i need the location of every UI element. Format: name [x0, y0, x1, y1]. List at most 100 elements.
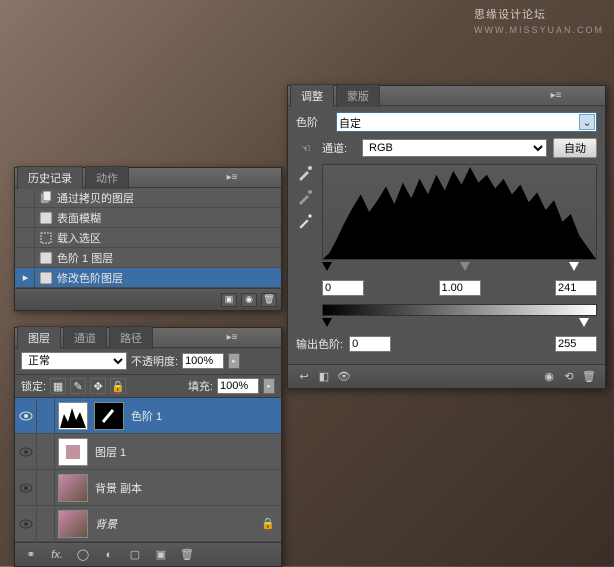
- panel-menu-icon[interactable]: ▸≡: [223, 170, 241, 184]
- return-icon[interactable]: ↩: [294, 368, 314, 386]
- history-item[interactable]: 通过拷贝的图层: [15, 188, 281, 208]
- channel-row: ☜ 通道: RGB 自动: [296, 138, 597, 158]
- white-point-handle[interactable]: [569, 262, 579, 271]
- output-gradient: [322, 304, 597, 316]
- input-slider[interactable]: [322, 262, 597, 274]
- histogram-area: [296, 164, 597, 260]
- output-black-handle[interactable]: [322, 318, 332, 327]
- target-adjust-icon[interactable]: ☜: [296, 140, 316, 156]
- fill-input[interactable]: [217, 378, 259, 394]
- preset-select[interactable]: 自定 ⌄: [336, 112, 597, 132]
- channel-select[interactable]: RGB: [362, 139, 547, 157]
- history-item[interactable]: 色阶 1 图层: [15, 248, 281, 268]
- output-white-field[interactable]: [555, 336, 597, 352]
- opacity-slider-icon[interactable]: ▸: [228, 353, 240, 369]
- adjustment-layer-icon[interactable]: ◐: [99, 546, 119, 564]
- link-cell[interactable]: [37, 507, 55, 541]
- tab-channels[interactable]: 通道: [63, 326, 107, 349]
- levels-edit-icon: [37, 269, 55, 287]
- tab-layers[interactable]: 图层: [17, 326, 61, 349]
- watermark: 思缘设计论坛 WWW.MISSYUAN.COM: [474, 6, 604, 36]
- auto-button[interactable]: 自动: [553, 138, 597, 158]
- input-white-field[interactable]: [555, 280, 597, 296]
- layer-row[interactable]: 图层 1: [15, 434, 281, 470]
- tab-paths[interactable]: 路径: [109, 326, 153, 349]
- history-item[interactable]: 表面模糊: [15, 208, 281, 228]
- mask-icon[interactable]: ◯: [73, 546, 93, 564]
- visibility-toggle[interactable]: [15, 507, 37, 541]
- layer-thumb[interactable]: [58, 438, 88, 466]
- input-gamma-field[interactable]: [439, 280, 481, 296]
- opacity-input[interactable]: [182, 353, 224, 369]
- history-item[interactable]: 载入选区: [15, 228, 281, 248]
- layer-row[interactable]: 背景 🔒: [15, 506, 281, 542]
- group-icon[interactable]: ▢: [125, 546, 145, 564]
- layer-row-selected[interactable]: 色阶 1: [15, 398, 281, 434]
- history-label: 载入选区: [57, 230, 101, 246]
- layer-thumb[interactable]: [58, 474, 88, 502]
- eyedropper-white-icon[interactable]: [296, 212, 314, 230]
- layer-name[interactable]: 背景: [91, 516, 261, 532]
- lock-transparent-icon[interactable]: ▦: [50, 378, 66, 394]
- lock-label: 锁定:: [21, 378, 46, 394]
- link-cell[interactable]: [37, 435, 55, 469]
- new-layer-icon[interactable]: ▣: [151, 546, 171, 564]
- history-label: 通过拷贝的图层: [57, 190, 134, 206]
- fx-icon[interactable]: fx.: [47, 546, 67, 564]
- black-point-handle[interactable]: [322, 262, 332, 271]
- history-state-toggle[interactable]: [17, 229, 35, 247]
- history-state-toggle[interactable]: [17, 249, 35, 267]
- layer-name[interactable]: 色阶 1: [127, 408, 281, 424]
- history-snapshot-a-icon[interactable]: ▣: [221, 293, 237, 307]
- lock-pixels-icon[interactable]: ✎: [70, 378, 86, 394]
- tab-history[interactable]: 历史记录: [17, 166, 83, 189]
- dropdown-icon[interactable]: ⌄: [579, 114, 595, 130]
- clip-icon[interactable]: ◧: [314, 368, 334, 386]
- history-state-toggle[interactable]: [17, 189, 35, 207]
- link-cell[interactable]: [37, 471, 55, 505]
- lock-position-icon[interactable]: ✥: [90, 378, 106, 394]
- history-state-toggle[interactable]: ▸: [17, 269, 35, 287]
- tab-adjustments[interactable]: 调整: [290, 84, 334, 107]
- reset-icon[interactable]: ⟲: [559, 368, 579, 386]
- trash-icon[interactable]: 🗑: [579, 368, 599, 386]
- output-white-handle[interactable]: [579, 318, 589, 327]
- layer-name[interactable]: 图层 1: [91, 444, 281, 460]
- link-layers-icon[interactable]: ⚭: [21, 546, 41, 564]
- history-item-selected[interactable]: ▸ 修改色阶图层: [15, 268, 281, 288]
- history-state-toggle[interactable]: [17, 209, 35, 227]
- trash-icon[interactable]: 🗑: [177, 546, 197, 564]
- layer-name[interactable]: 背景 副本: [91, 480, 281, 496]
- panel-menu-icon[interactable]: ▸≡: [223, 330, 241, 344]
- adjustment-thumb[interactable]: [58, 402, 88, 430]
- eyedropper-gray-icon[interactable]: [296, 188, 314, 206]
- visibility-toggle[interactable]: [15, 435, 37, 469]
- levels-kind-label: 色阶: [296, 114, 330, 130]
- preview-icon[interactable]: ◉: [539, 368, 559, 386]
- link-cell[interactable]: [37, 399, 55, 433]
- visibility-toggle[interactable]: [15, 471, 37, 505]
- panel-menu-icon[interactable]: ▸≡: [547, 88, 565, 102]
- blend-mode-select[interactable]: 正常: [21, 352, 127, 370]
- view-previous-icon[interactable]: 👁: [334, 368, 354, 386]
- fill-slider-icon[interactable]: ▸: [263, 378, 275, 394]
- layer-row[interactable]: 背景 副本: [15, 470, 281, 506]
- tab-actions[interactable]: 动作: [85, 166, 129, 189]
- adjust-tabs: 调整 蒙版 ▸≡: [288, 86, 605, 106]
- channel-label: 通道:: [322, 140, 356, 156]
- lock-row: 锁定: ▦ ✎ ✥ 🔒 填充: ▸: [15, 375, 281, 398]
- history-snapshot-b-icon[interactable]: ◉: [241, 293, 257, 307]
- tab-masks[interactable]: 蒙版: [336, 84, 380, 107]
- output-black-field[interactable]: [349, 336, 391, 352]
- eyedropper-black-icon[interactable]: [296, 164, 314, 182]
- gamma-handle[interactable]: [460, 262, 470, 271]
- trash-icon[interactable]: 🗑: [261, 293, 277, 307]
- visibility-toggle[interactable]: [15, 399, 37, 433]
- mask-thumb[interactable]: [94, 402, 124, 430]
- layer-thumb[interactable]: [58, 510, 88, 538]
- output-slider[interactable]: [322, 318, 597, 330]
- preset-row: 色阶 自定 ⌄: [296, 112, 597, 132]
- history-panel: ◄◄ × 历史记录 动作 ▸≡ 通过拷贝的图层 表面模糊 载入选区 色阶 1 图…: [14, 167, 282, 311]
- lock-all-icon[interactable]: 🔒: [110, 378, 126, 394]
- input-black-field[interactable]: [322, 280, 364, 296]
